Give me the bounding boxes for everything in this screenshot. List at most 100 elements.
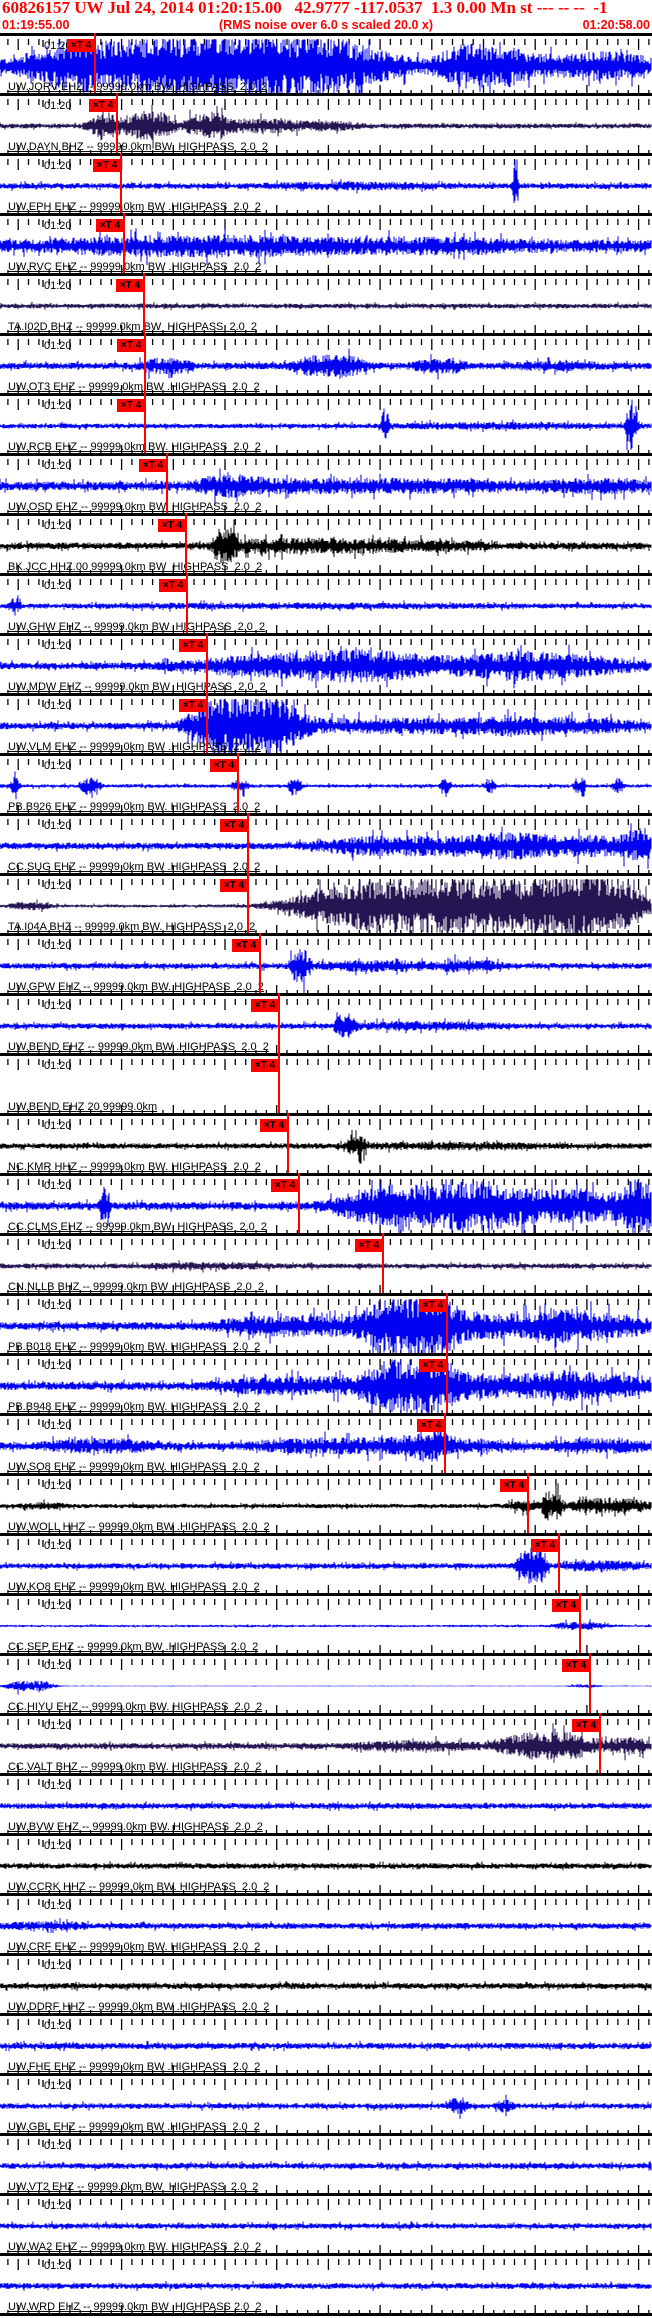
minute-time-label: 01:20 (44, 760, 72, 772)
station-label: UW.MDW EHZ -- 99999.0km BW HIGHPASS 2.0 … (8, 681, 266, 693)
trace-row[interactable]: 01:20 ×T 4 NC.KMR HHZ -- 99999.0km BW. HIG… (0, 1113, 652, 1176)
trace-row[interactable]: 01:20 ×T 4 UW.OT3 EHZ -- 99999.0km BW .HIG… (0, 333, 652, 396)
trace-row[interactable]: 01:20 UW.FHE EHZ -- 99999.0km BW .HIGHPAS… (0, 2013, 652, 2076)
pick-marker[interactable]: ×T 4 (251, 1059, 279, 1072)
minute-time-label: 01:20 (44, 1960, 72, 1972)
trace-row[interactable]: 01:20 UW.GBL EHZ -- 99999.0km BW .HIGHPAS… (0, 2073, 652, 2136)
seismogram-trace (0, 2160, 652, 2171)
trace-row[interactable]: 01:20 ×T 4 PB.B018 EHZ -- 99999.0km BW. HI… (0, 1293, 652, 1356)
trace-row[interactable]: 01:20 ×T 4 CC.SEP EHZ -- 99999.0km BW .HIG… (0, 1593, 652, 1656)
pick-marker[interactable]: ×T 4 (139, 459, 167, 472)
pick-marker[interactable]: ×T 4 (355, 1239, 383, 1252)
minute-time-label: 01:20 (44, 1120, 72, 1132)
trace-row[interactable]: 01:20 UW.DDRF HHZ -- 99999.0km BW .HIGHPA… (0, 1953, 652, 2016)
pick-marker[interactable]: ×T 4 (93, 159, 121, 172)
pick-marker[interactable]: ×T 4 (220, 879, 248, 892)
station-label: TA.I04A BHZ -- 99999.0km BW. HIGHPASS 2.… (8, 921, 256, 933)
pick-marker[interactable]: ×T 4 (220, 819, 248, 832)
minute-time-label: 01:20 (44, 160, 72, 172)
trace-row[interactable]: 01:20 ×T 4 PB.B948 EHZ -- 99999.0km BW. HI… (0, 1353, 652, 1416)
trace-row[interactable]: 01:20 ×T 4 UW.JORV EHZ -- 99999.0km BW .HI… (0, 33, 652, 96)
trace-row[interactable]: 01:20 ×T 4 UW.DAYN BHZ -- 99999.0km BW HIG… (0, 93, 652, 156)
seismogram-trace (0, 595, 652, 616)
trace-row[interactable]: 01:20 ×T 4 TA.I02D BHZ -- 99999.0km BW HIG… (0, 273, 652, 336)
minute-time-label: 01:20 (44, 940, 72, 952)
pick-marker[interactable]: ×T 4 (260, 1119, 288, 1132)
seismogram-trace (0, 771, 652, 800)
trace-row[interactable]: 01:20 ×T 4 BK.JCC HHZ.00 99999.0km BW HIGH… (0, 513, 652, 576)
trace-row[interactable]: 01:20 ×T 4 UW.KO8 EHZ -- 99999.0km BW. HIG… (0, 1533, 652, 1596)
station-label: CN.NLLB BHZ -- 99999.0km BW HIGHPASS 2.0… (8, 1281, 264, 1293)
pick-marker[interactable]: ×T 4 (89, 99, 117, 112)
trace-row[interactable]: 01:20 UW.WRD EHZ -- 99999.0km BW HIGHPASS… (0, 2253, 652, 2316)
pick-marker[interactable]: ×T 4 (572, 1719, 600, 1732)
seismogram-trace (0, 1981, 652, 1992)
trace-row[interactable]: 01:20 ×T 4 UW.WOLL HHZ -- 99999.0km BW .HI… (0, 1473, 652, 1536)
trace-row[interactable]: 01:20 ×T 4 UW.OSD EHZ -- 99999.0km BW. HIG… (0, 453, 652, 516)
pick-marker[interactable]: ×T 4 (116, 279, 144, 292)
minute-time-label: 01:20 (44, 1060, 72, 1072)
station-label: UW.GPW EHZ -- 99999.0km BW. HIGHPASS 2.0… (8, 981, 264, 993)
minute-time-label: 01:20 (44, 2140, 72, 2152)
station-label: UW.WOLL HHZ -- 99999.0km BW .HIGHPASS 2.… (8, 1521, 270, 1533)
pick-marker[interactable]: ×T 4 (67, 39, 95, 52)
pick-marker[interactable]: ×T 4 (96, 219, 124, 232)
seismogram-trace (0, 468, 652, 505)
trace-row[interactable]: 01:20 ×T 4 UW.RCB EHZ -- 99999.0km BW. HIG… (0, 393, 652, 456)
trace-row[interactable]: 01:20 ×T 4 UW.MDW EHZ -- 99999.0km BW HIGH… (0, 633, 652, 696)
trace-row[interactable]: 01:20 ×T 4 CC.CLMS EHZ -- 99999.0km BW HIG… (0, 1173, 652, 1236)
seismogram-trace (0, 2040, 652, 2052)
minute-time-label: 01:20 (44, 1000, 72, 1012)
trace-row[interactable]: 01:20 UW.VT2 EHZ -- 99999.0km BW HIGHPASS… (0, 2133, 652, 2196)
trace-row[interactable]: 01:20 ×T 4 CN.NLLB BHZ -- 99999.0km BW HIG… (0, 1233, 652, 1296)
trace-row[interactable]: 01:20 ×T 4 TA.I04A BHZ -- 99999.0km BW. HI… (0, 873, 652, 936)
trace-row[interactable]: 01:20 ×T 4 UW.GPW EHZ -- 99999.0km BW. HIG… (0, 933, 652, 996)
pick-marker[interactable]: ×T 4 (159, 579, 187, 592)
trace-row[interactable]: 01:20 ×T 4 UW.VLM EHZ -- 99999.0km BW .HIG… (0, 693, 652, 756)
minute-time-label: 01:20 (44, 2080, 72, 2092)
pick-marker[interactable]: ×T 4 (117, 339, 145, 352)
pick-marker[interactable]: ×T 4 (158, 519, 186, 532)
pick-marker[interactable]: ×T 4 (562, 1659, 590, 1672)
pick-marker[interactable]: ×T 4 (419, 1299, 447, 1312)
minute-time-label: 01:20 (44, 400, 72, 412)
pick-marker[interactable]: ×T 4 (417, 1419, 445, 1432)
seismogram-viewer: 60826157 UW Jul 24, 2014 01:20:15.00 42.… (0, 0, 652, 2318)
pick-marker[interactable]: ×T 4 (500, 1479, 528, 1492)
trace-row[interactable]: 01:20 ×T 4 CC.SUG EHZ -- 99999.0km BW .HIG… (0, 813, 652, 876)
seismogram-trace (0, 1918, 652, 1934)
station-label: UW.BEND EHZ 20 99999.0km (8, 1101, 158, 1113)
minute-time-label: 01:20 (44, 1300, 72, 1312)
pick-marker[interactable]: ×T 4 (179, 699, 207, 712)
pick-marker[interactable]: ×T 4 (531, 1539, 559, 1552)
trace-row[interactable]: 01:20 ×T 4 UW.RVC EHZ -- 99999.0km BW .HIG… (0, 213, 652, 276)
pick-marker[interactable]: ×T 4 (179, 639, 207, 652)
seismogram-trace (0, 1260, 652, 1273)
trace-row[interactable]: 01:20 ×T 4 UW.SO8 EHZ -- 99999.0km BW. HIG… (0, 1413, 652, 1476)
seismogram-trace (0, 1723, 652, 1763)
trace-row[interactable]: 01:20 UW.BVW EHZ -- 99999.0km BW. HIGHPAS… (0, 1773, 652, 1836)
trace-row[interactable]: 01:20 ×T 4 UW.BEND EHZ 20 99999.0km (0, 1053, 652, 1116)
pick-marker[interactable]: ×T 4 (232, 939, 260, 952)
minute-time-label: 01:20 (44, 820, 72, 832)
minute-time-label: 01:20 (44, 1480, 72, 1492)
trace-row[interactable]: 01:20 ×T 4 UW.EPH EHZ -- 99999.0km BW .HIG… (0, 153, 652, 216)
trace-row[interactable]: 01:20 ×T 4 CC.VALT BHZ -- 99999.0km BW. HI… (0, 1713, 652, 1776)
trace-row[interactable]: 01:20 ×T 4 UW.BEND EHZ -- 99999.0km BW .HI… (0, 993, 652, 1056)
pick-marker[interactable]: ×T 4 (552, 1599, 580, 1612)
minute-time-label: 01:20 (44, 1720, 72, 1732)
trace-row[interactable]: 01:20 ×T 4 CC.HIYU EHZ -- 99999.0km BW. HI… (0, 1653, 652, 1716)
pick-marker[interactable]: ×T 4 (210, 759, 238, 772)
trace-row[interactable]: 01:20 UW.CRF EHZ -- 99999.0km BW. HIGHPAS… (0, 1893, 652, 1956)
pick-marker[interactable]: ×T 4 (271, 1179, 299, 1192)
pick-marker[interactable]: ×T 4 (251, 999, 279, 1012)
minute-time-label: 01:20 (44, 1660, 72, 1672)
trace-row[interactable]: 01:20 UW.WA2 EHZ -- 99999.0km BW. HIGHPAS… (0, 2193, 652, 2256)
pick-marker[interactable]: ×T 4 (117, 399, 145, 412)
trace-row[interactable]: 01:20 ×T 4 UW.GHW EHZ -- 99999.0km BW HIGH… (0, 573, 652, 636)
trace-row[interactable]: 01:20 ×T 4 PB.B926 EHZ -- 99999.0km BW. HI… (0, 753, 652, 816)
pick-marker[interactable]: ×T 4 (419, 1359, 447, 1372)
rms-scaling-note: (RMS noise over 6.0 s scaled 20.0 x) (219, 18, 433, 32)
station-label: UW.GHW EHZ -- 99999.0km BW HIGHPASS 2.0 … (8, 621, 266, 633)
trace-row[interactable]: 01:20 UW.CCRK HHZ -- 99999.0km BW. HIGHPA… (0, 1833, 652, 1896)
